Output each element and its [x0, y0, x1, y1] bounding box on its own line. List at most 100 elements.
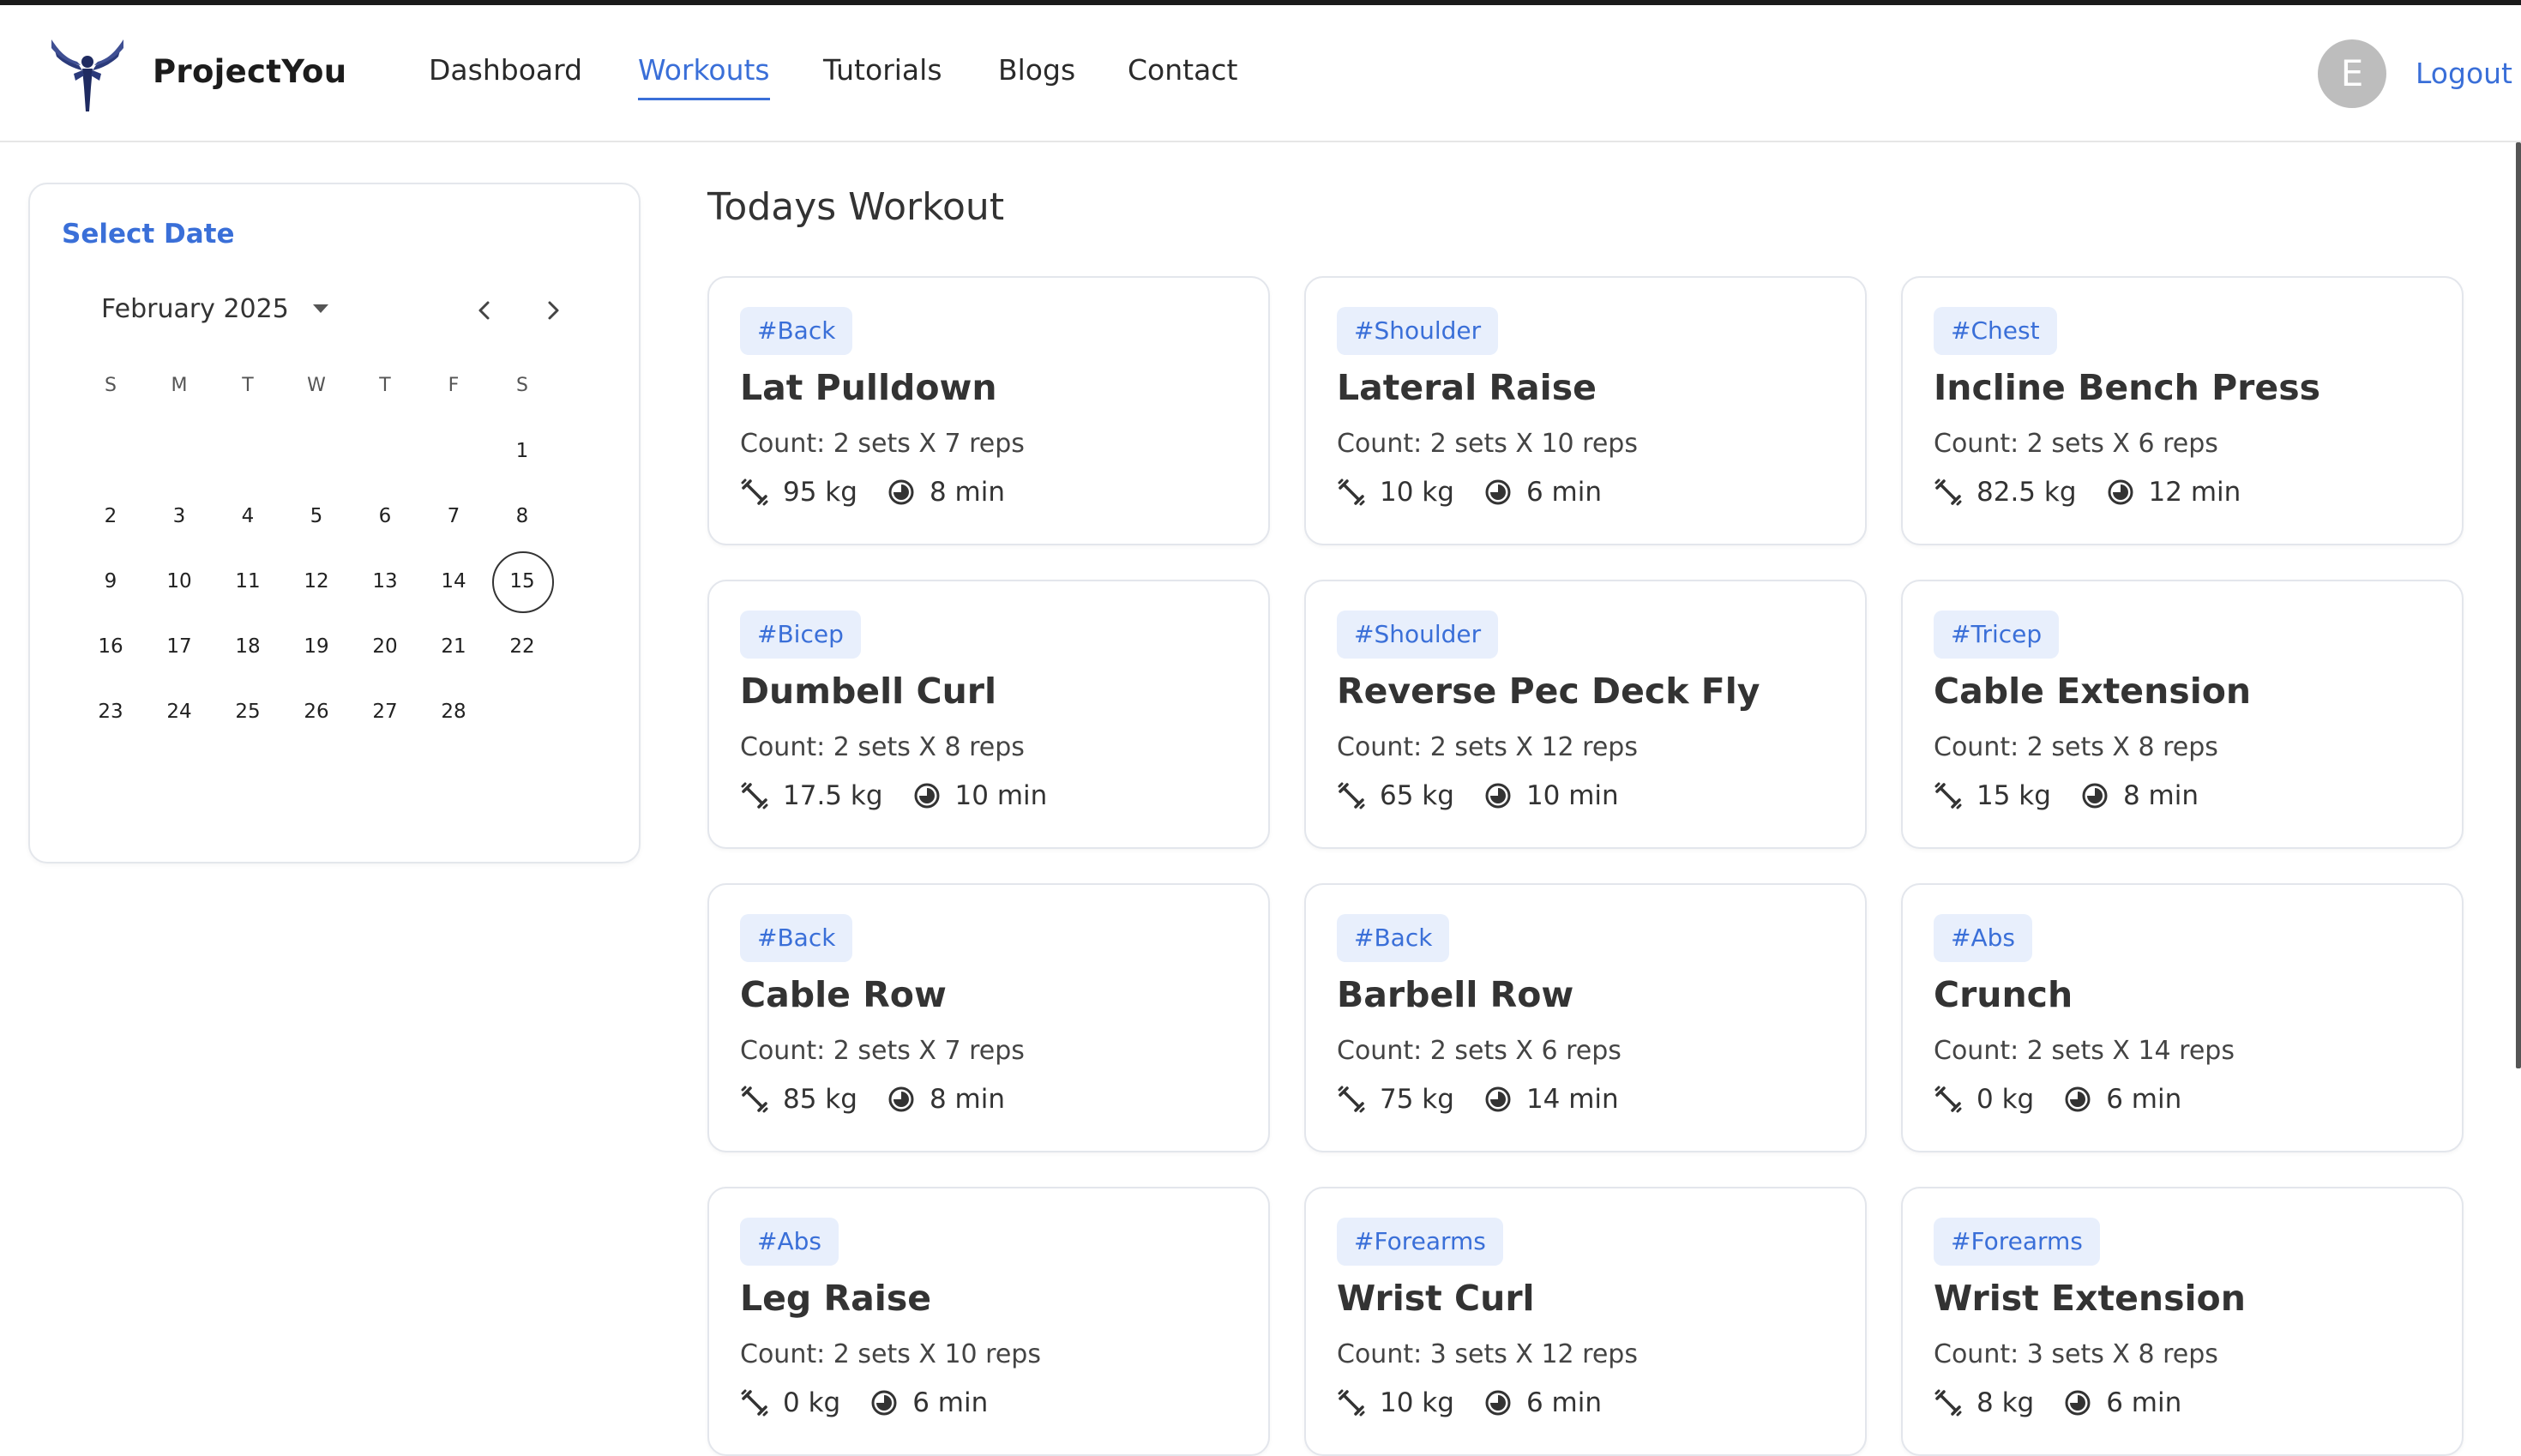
page-scrollbar[interactable]: [2516, 142, 2521, 1068]
workout-card[interactable]: #Back Lat Pulldown Count: 2 sets X 7 reps 9…: [707, 276, 1270, 545]
muscle-tag[interactable]: #Tricep: [1934, 611, 2060, 659]
exercise-meta: 10 kg 6 min: [1337, 1387, 1631, 1422]
calendar-day[interactable]: 28: [419, 682, 488, 742]
calendar-day[interactable]: 13: [351, 551, 419, 611]
logout-link[interactable]: Logout: [2416, 57, 2512, 90]
timer-icon: [1483, 479, 1513, 505]
nav-dashboard[interactable]: Dashboard: [429, 53, 582, 87]
muscle-tag[interactable]: #Forearms: [1934, 1218, 2100, 1266]
calendar-day[interactable]: 1: [488, 421, 557, 481]
exercise-count: Count: 3 sets X 12 reps: [1337, 1339, 1638, 1369]
calendar-month-label[interactable]: February 2025: [101, 294, 289, 324]
calendar-day[interactable]: 10: [145, 551, 214, 611]
workout-card[interactable]: #Abs Crunch Count: 2 sets X 14 reps 0 kg 6 m…: [1901, 883, 2464, 1152]
muscle-tag[interactable]: #Abs: [1934, 914, 2032, 962]
calendar-day[interactable]: 24: [145, 682, 214, 742]
exercise-time: 6 min: [1525, 1387, 1602, 1418]
exercise-name: Leg Raise: [740, 1278, 932, 1319]
exercise-name: Lateral Raise: [1337, 367, 1597, 408]
calendar-day[interactable]: 21: [419, 617, 488, 677]
avatar[interactable]: E: [2318, 39, 2386, 108]
weekday-header: T: [242, 375, 254, 396]
exercise-name: Wrist Extension: [1934, 1278, 2246, 1319]
exercise-time: 12 min: [2148, 477, 2241, 508]
calendar-day[interactable]: 18: [214, 617, 282, 677]
calendar-day[interactable]: 26: [282, 682, 351, 742]
calendar-day[interactable]: 25: [214, 682, 282, 742]
nav-contact[interactable]: Contact: [1128, 53, 1237, 87]
exercise-weight: 0 kg: [1976, 1084, 2035, 1115]
workout-card[interactable]: #Chest Incline Bench Press Count: 2 sets X…: [1901, 276, 2464, 545]
muscle-tag[interactable]: #Forearms: [1337, 1218, 1503, 1266]
calendar-day[interactable]: 22: [488, 617, 557, 677]
calendar-day[interactable]: 11: [214, 551, 282, 611]
timer-icon: [2106, 479, 2135, 505]
workout-card[interactable]: #Abs Leg Raise Count: 2 sets X 10 reps 0 kg…: [707, 1187, 1270, 1456]
exercise-count: Count: 2 sets X 7 reps: [740, 1036, 1025, 1066]
dumbbell-icon: [740, 782, 769, 809]
exercise-time: 6 min: [1525, 477, 1602, 508]
timer-icon: [1483, 783, 1513, 809]
muscle-tag[interactable]: #Bicep: [740, 611, 861, 659]
calendar-day[interactable]: 6: [351, 486, 419, 546]
chevron-right-icon[interactable]: [538, 296, 568, 325]
calendar-day[interactable]: 7: [419, 486, 488, 546]
calendar-day[interactable]: 27: [351, 682, 419, 742]
workout-card[interactable]: #Shoulder Lateral Raise Count: 2 sets X 10…: [1304, 276, 1867, 545]
exercise-weight: 65 kg: [1380, 780, 1454, 811]
exercise-meta: 0 kg 6 min: [740, 1387, 1017, 1422]
calendar-day[interactable]: 9: [76, 551, 145, 611]
muscle-tag[interactable]: #Back: [740, 914, 853, 962]
muscle-tag[interactable]: #Back: [1337, 914, 1450, 962]
month-dropdown-icon[interactable]: [313, 304, 328, 313]
muscle-tag[interactable]: #Chest: [1934, 307, 2057, 355]
exercise-weight: 8 kg: [1976, 1387, 2035, 1418]
calendar-day[interactable]: 17: [145, 617, 214, 677]
nav-tutorials[interactable]: Tutorials: [823, 53, 942, 87]
calendar-day[interactable]: 14: [419, 551, 488, 611]
calendar-day[interactable]: 23: [76, 682, 145, 742]
exercise-time: 10 min: [954, 780, 1048, 811]
workout-card[interactable]: #Tricep Cable Extension Count: 2 sets X 8 …: [1901, 580, 2464, 849]
muscle-tag[interactable]: #Abs: [740, 1218, 839, 1266]
workout-card[interactable]: #Forearms Wrist Curl Count: 3 sets X 12 re…: [1304, 1187, 1867, 1456]
calendar-day[interactable]: 20: [351, 617, 419, 677]
calendar-day[interactable]: 2: [76, 486, 145, 546]
calendar-day[interactable]: 19: [282, 617, 351, 677]
exercise-count: Count: 2 sets X 14 reps: [1934, 1036, 2235, 1066]
muscle-tag[interactable]: #Shoulder: [1337, 307, 1499, 355]
dumbbell-icon: [740, 1389, 769, 1417]
nav-workouts[interactable]: Workouts: [638, 53, 770, 100]
exercise-meta: 10 kg 6 min: [1337, 477, 1631, 511]
timer-icon: [912, 783, 942, 809]
workout-card[interactable]: #Bicep Dumbell Curl Count: 2 sets X 8 reps…: [707, 580, 1270, 849]
dumbbell-icon: [740, 478, 769, 506]
winged-figure-logo-icon[interactable]: [48, 36, 127, 115]
calendar-day[interactable]: 5: [282, 486, 351, 546]
calendar-day[interactable]: 4: [214, 486, 282, 546]
exercise-time: 14 min: [1525, 1084, 1619, 1115]
workout-card[interactable]: #Shoulder Reverse Pec Deck Fly Count: 2 se…: [1304, 580, 1867, 849]
exercise-count: Count: 2 sets X 6 reps: [1337, 1036, 1622, 1066]
exercise-count: Count: 3 sets X 8 reps: [1934, 1339, 2218, 1369]
dumbbell-icon: [1337, 1086, 1366, 1113]
brand-name[interactable]: ProjectYou: [153, 53, 346, 90]
calendar-day-selected[interactable]: 15: [488, 551, 557, 613]
workout-card[interactable]: #Back Cable Row Count: 2 sets X 7 reps 85 k…: [707, 883, 1270, 1152]
workout-card[interactable]: #Forearms Wrist Extension Count: 3 sets X …: [1901, 1187, 2464, 1456]
nav-blogs[interactable]: Blogs: [998, 53, 1075, 87]
calendar-day[interactable]: 3: [145, 486, 214, 546]
exercise-time: 6 min: [2106, 1387, 2182, 1418]
dumbbell-icon: [1934, 478, 1963, 506]
calendar-day[interactable]: 12: [282, 551, 351, 611]
exercise-weight: 17.5 kg: [783, 780, 883, 811]
calendar-day[interactable]: 16: [76, 617, 145, 677]
calendar-day[interactable]: 8: [488, 486, 557, 546]
muscle-tag[interactable]: #Shoulder: [1337, 611, 1499, 659]
exercise-weight: 15 kg: [1976, 780, 2051, 811]
exercise-weight: 0 kg: [783, 1387, 841, 1418]
workout-card[interactable]: #Back Barbell Row Count: 2 sets X 6 reps 75…: [1304, 883, 1867, 1152]
muscle-tag[interactable]: #Back: [740, 307, 853, 355]
exercise-meta: 0 kg 6 min: [1934, 1084, 2211, 1118]
chevron-left-icon[interactable]: [470, 296, 499, 325]
